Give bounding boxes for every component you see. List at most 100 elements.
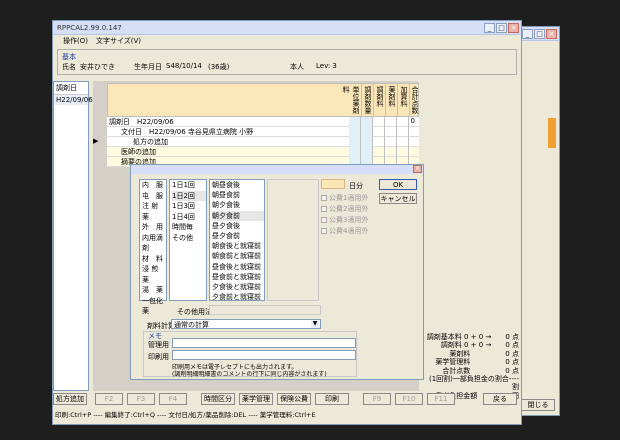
exclusion-check[interactable]: 公費3適用外	[321, 215, 368, 226]
ok-button[interactable]: OK	[379, 179, 417, 190]
row-text: 医師の追加	[121, 148, 156, 156]
frequency-item[interactable]: その他	[172, 233, 206, 244]
dosage-form-item[interactable]: 湯 薬	[142, 285, 166, 296]
bottom-toolbar: 処方追加 F2 F3 F4 時間区分 薬学管理 保険公費 印刷 F9 F10 F…	[53, 393, 523, 405]
chevron-down-icon: ▼	[311, 320, 319, 328]
insurance-button[interactable]: 保険公費	[277, 393, 311, 405]
maximize-icon[interactable]: □	[496, 22, 507, 33]
dosage-form-item[interactable]: 材 料	[142, 254, 166, 265]
f11-button[interactable]: F11	[427, 393, 455, 405]
calc-select[interactable]: 通常の計算 ▼	[171, 319, 321, 329]
summary-line: 薬学管理料 0 点	[435, 358, 519, 367]
background-window-accent	[548, 118, 556, 148]
minimize-icon[interactable]: _	[522, 28, 533, 39]
row-text: 調剤日 H22/09/06	[109, 118, 174, 126]
grid-col-lines	[349, 117, 419, 169]
frequency-item[interactable]: 時間毎	[172, 222, 206, 233]
frequency-list[interactable]: 1日1回 1日2回 1日3回 1日4回 時間毎 その他	[169, 179, 207, 301]
memo-group: メモ 管理用 印刷用 印刷用メモは電子レセプトにも出力されます。 (調剤明細明細…	[143, 331, 357, 378]
col-header: 加算料	[398, 84, 410, 118]
dialog-close-icon[interactable]: ×	[413, 165, 422, 173]
timing-item[interactable]: 朝昼食前	[212, 190, 264, 200]
frequency-item[interactable]: 1日2回	[172, 190, 206, 201]
calc-select-value: 通常の計算	[174, 321, 209, 329]
kanri-memo-input[interactable]	[172, 338, 356, 348]
insatsu-label: 印刷用	[148, 353, 169, 361]
dosage-form-item[interactable]: 内 服	[142, 180, 166, 191]
age-value: (36歳)	[208, 63, 230, 71]
timing-item[interactable]: 昼夕食後	[212, 221, 264, 231]
main-titlebar: RPPCAL2.99.0.147 _ □ ×	[53, 21, 521, 35]
row-text: 処方の追加	[133, 138, 168, 146]
back-button[interactable]: 戻る	[483, 393, 517, 405]
print-memo-input[interactable]	[172, 350, 356, 360]
timing-item[interactable]: 朝食前と就寝前	[212, 251, 264, 261]
pharma-management-button[interactable]: 薬学管理	[239, 393, 273, 405]
summary-line: 薬剤料 0 点	[449, 349, 519, 358]
checkbox-icon	[321, 217, 327, 223]
date-list-item[interactable]: H22/09/06	[54, 95, 93, 105]
close-icon[interactable]: ×	[546, 28, 557, 39]
timing-item[interactable]: 朝食後と就寝前	[212, 241, 264, 251]
cancel-button[interactable]: キャンセル	[379, 193, 417, 204]
minimize-icon[interactable]: _	[484, 22, 495, 33]
dosage-form-item[interactable]: 注 射 薬	[142, 201, 166, 222]
grid-header: 単位薬剤料 調剤数量 調剤料 薬剤料 加算料 合計点数	[107, 83, 419, 118]
timing-item[interactable]: 朝夕食後	[212, 200, 264, 210]
memo-note-2: (調剤明細明細書のコメントの行下に同じ内容がされます)	[172, 371, 327, 378]
timing-item[interactable]: 朝夕食前	[212, 210, 264, 221]
dosage-form-list[interactable]: 内 服 屯 服 注 射 薬 外 用 内用滴剤 材 料 浸 煎 薬 湯 薬 一包化…	[139, 179, 167, 315]
dosage-form-item[interactable]: 内用滴剤	[142, 233, 166, 254]
frequency-item[interactable]: 1日4回	[172, 212, 206, 223]
timing-list[interactable]: 朝昼食後 朝昼食前 朝夕食後 朝夕食前 昼夕食後 昼夕食前 朝食後と就寝前 朝食…	[209, 179, 265, 301]
exclusion-check[interactable]: 公費4適用外	[321, 226, 368, 237]
name-value: 安井ひでき	[80, 63, 115, 71]
timing-item[interactable]: 夕食前と就寝前	[212, 292, 264, 302]
checkbox-icon	[321, 228, 327, 234]
menu-operation[interactable]: 操作(O)	[63, 36, 88, 46]
dosage-form-item[interactable]: 一包化薬	[142, 296, 166, 317]
date-list[interactable]: 調剤日 H22/09/06	[53, 81, 93, 391]
other-usage-input[interactable]	[209, 305, 321, 315]
exclusion-check[interactable]: 公費1適用外	[321, 193, 368, 204]
dosage-form-item[interactable]: 屯 服	[142, 191, 166, 202]
timing-item[interactable]: 夕食後と就寝前	[212, 282, 264, 292]
col-header: 薬剤料	[386, 84, 398, 118]
date-list-header: 調剤日	[54, 82, 88, 95]
maximize-icon[interactable]: □	[534, 28, 545, 39]
f10-button[interactable]: F10	[395, 393, 423, 405]
col-header: 合計点数	[411, 86, 419, 114]
col-header: 調剤数量	[362, 84, 374, 118]
timing-item[interactable]: 朝昼食後	[212, 180, 264, 190]
add-prescription-button[interactable]: 処方追加	[53, 393, 87, 405]
level-value: Lev: 3	[316, 62, 337, 70]
dosage-form-item[interactable]: 外 用	[142, 222, 166, 233]
checkbox-icon	[321, 206, 327, 212]
patient-section-label: 基本	[62, 53, 76, 61]
timing-item[interactable]: 昼食後と就寝前	[212, 262, 264, 272]
f3-button[interactable]: F3	[127, 393, 155, 405]
name-label: 氏名	[62, 63, 76, 71]
other-usage-label: その他用法	[177, 308, 212, 316]
f4-button[interactable]: F4	[159, 393, 187, 405]
usage-dialog: × 内 服 屯 服 注 射 薬 外 用 内用滴剤 材 料 浸 煎 薬 湯 薬 一…	[130, 164, 424, 380]
exclusion-check[interactable]: 公費2適用外	[321, 204, 368, 215]
dosage-form-item[interactable]: 浸 煎 薬	[142, 264, 166, 285]
timing-item[interactable]: 昼食前と就寝前	[212, 272, 264, 282]
f9-button[interactable]: F9	[363, 393, 391, 405]
back-close-button[interactable]: 閉じる	[521, 399, 555, 411]
summary-line: 調剤料 0 + 0 → 0 点	[440, 341, 519, 350]
menu-font-size[interactable]: 文字サイズ(V)	[96, 36, 141, 46]
frequency-item[interactable]: 1日1回	[172, 180, 206, 191]
print-button[interactable]: 印刷	[315, 393, 349, 405]
frequency-item[interactable]: 1日3回	[172, 201, 206, 212]
birth-value: S48/10/14	[166, 62, 202, 70]
close-icon[interactable]: ×	[508, 22, 519, 33]
window-title: RPPCAL2.99.0.147	[57, 23, 122, 32]
time-category-button[interactable]: 時間区分	[201, 393, 235, 405]
extra-list[interactable]	[267, 179, 319, 301]
timing-item[interactable]: 昼夕食前	[212, 231, 264, 241]
exclusion-checks: 公費1適用外 公費2適用外 公費3適用外 公費4適用外	[321, 193, 368, 237]
days-input[interactable]	[321, 179, 345, 189]
f2-button[interactable]: F2	[95, 393, 123, 405]
